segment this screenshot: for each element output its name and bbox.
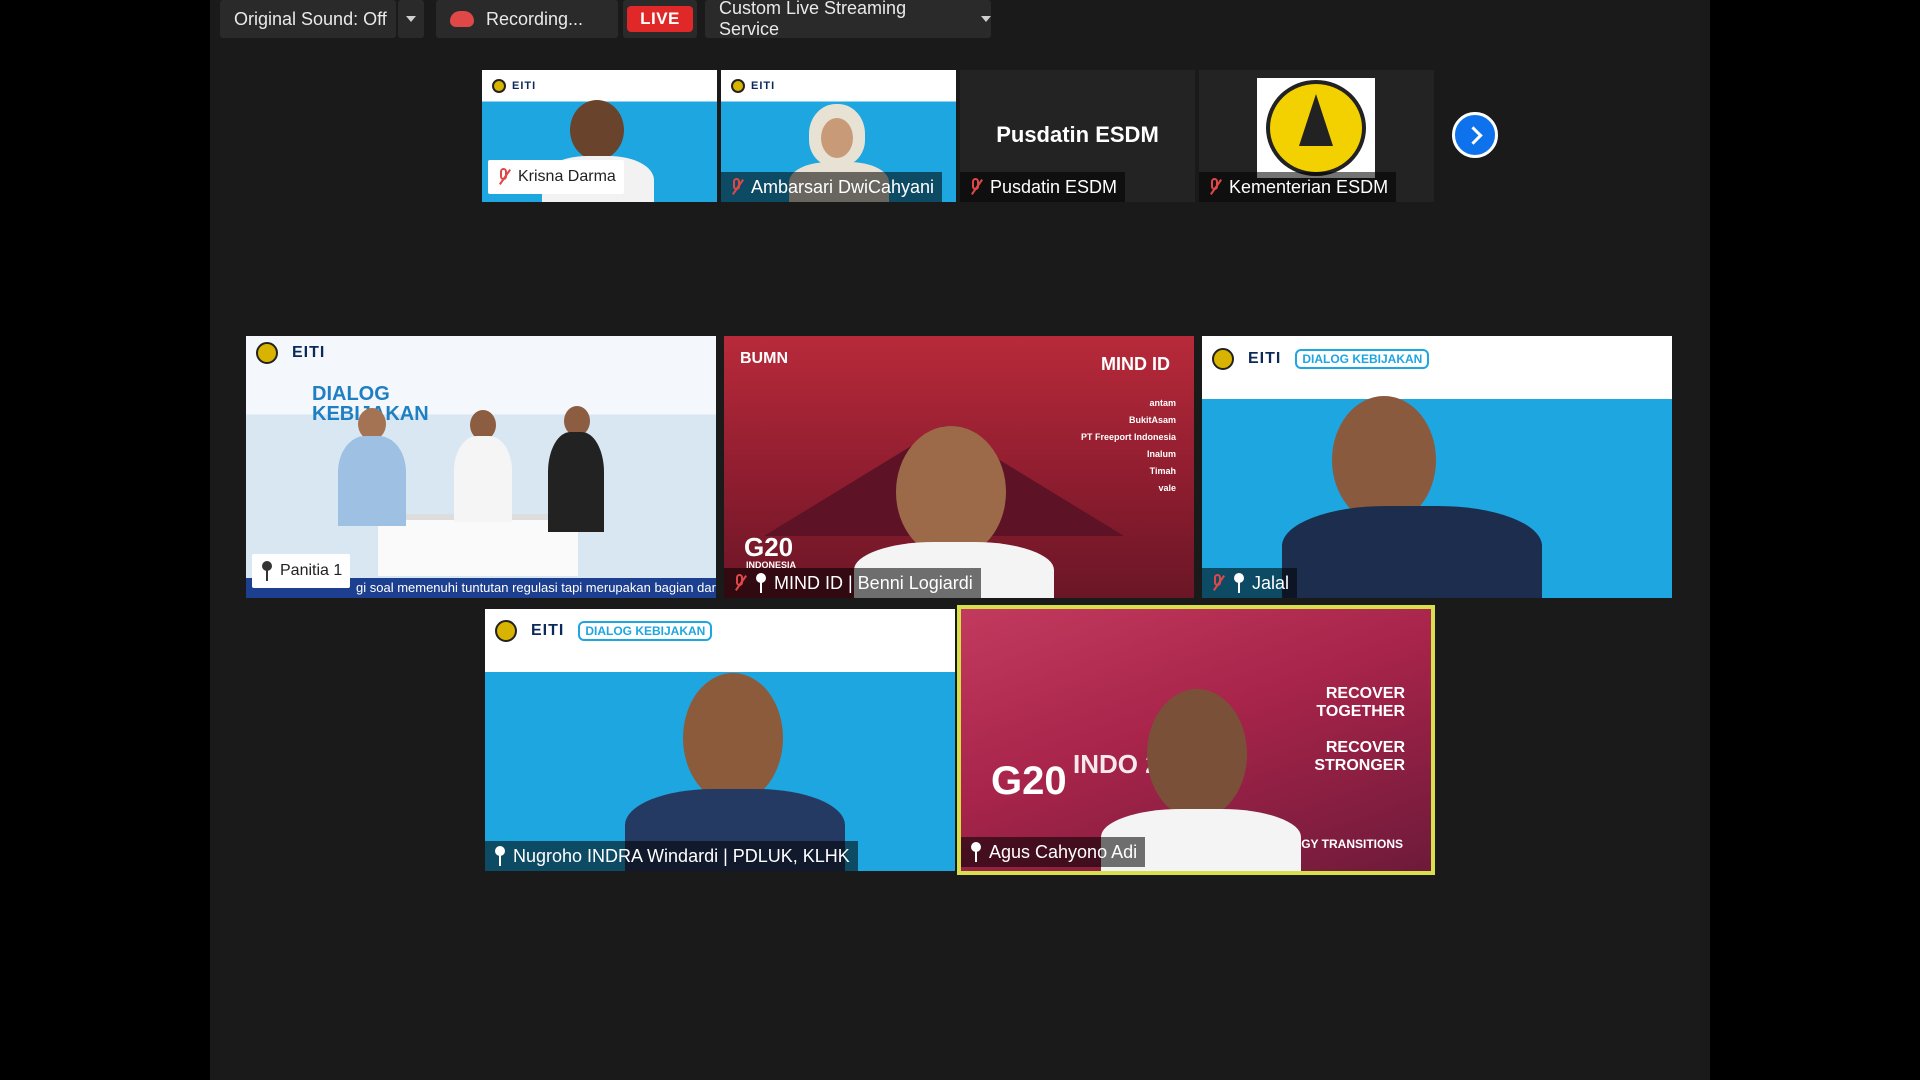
participant-display-name: Pusdatin ESDM: [996, 122, 1159, 147]
chevron-down-icon: [981, 16, 991, 22]
participant-name-tag: Krisna Darma: [488, 160, 624, 194]
tile-banner: EITI: [721, 70, 956, 102]
pin-icon: [754, 573, 768, 593]
participant-name-tag: MIND ID | Benni Logiardi: [724, 568, 981, 598]
participant-name-tag: Nugroho INDRA Windardi | PDLUK, KLHK: [485, 841, 858, 871]
esdm-seal-icon: [731, 78, 745, 93]
esdm-seal-icon: [495, 620, 517, 642]
tile-banner: EITI DIALOG KEBIJAKAN: [485, 609, 955, 653]
original-sound-label: Original Sound: Off: [234, 8, 387, 29]
participant-head: [570, 100, 624, 160]
g20-logo: G20: [744, 532, 794, 562]
participant-name: Jalal: [1252, 572, 1290, 593]
participant-name-tag: Panitia 1: [252, 554, 351, 588]
transitions-label: GY TRANSITIONS: [1301, 837, 1403, 851]
mic-muted-icon: [1210, 573, 1226, 593]
mic-muted-icon: [496, 167, 512, 187]
participant-head: [1147, 689, 1247, 819]
participant-name-tag: Pusdatin ESDM: [960, 172, 1126, 202]
video-tile-jalal[interactable]: EITI DIALOG KEBIJAKAN Jalal: [1202, 336, 1672, 598]
participant-name-tag: Agus Cahyono Adi: [961, 837, 1146, 867]
participant-name-tag: Ambarsari DwiCahyani: [721, 172, 943, 202]
record-cloud-icon: [450, 11, 474, 27]
participant-name: Krisna Darma: [518, 168, 616, 185]
live-badge[interactable]: LIVE: [627, 6, 693, 32]
eiti-logo: EITI: [512, 79, 537, 92]
video-tile-pusdatin[interactable]: Pusdatin ESDM Pusdatin ESDM: [960, 70, 1195, 202]
participant-head: [683, 673, 783, 803]
participant-name-tag: Jalal: [1202, 568, 1298, 598]
tile-banner: EITI: [246, 336, 716, 370]
participant-name-tag: Kementerian ESDM: [1199, 172, 1397, 202]
participant-head: [1332, 396, 1436, 524]
mic-muted-icon: [732, 573, 748, 593]
recording-status[interactable]: Recording...: [436, 0, 618, 38]
brand-bukitasam: BukitAsam: [1128, 415, 1176, 425]
participant-name: Agus Cahyono Adi: [989, 841, 1138, 862]
brand-inalum: Inalum: [1146, 449, 1176, 459]
pin-icon: [493, 846, 507, 866]
tile-banner: EITI DIALOG KEBIJAKAN: [1202, 336, 1672, 382]
participant-name: Kementerian ESDM: [1229, 176, 1389, 197]
recover-together-label: RECOVER TOGETHER: [1316, 685, 1405, 720]
pin-icon: [260, 561, 274, 581]
mindid-logo: MIND ID: [1101, 354, 1170, 374]
original-sound-button[interactable]: Original Sound: Off: [220, 0, 396, 38]
participant-shirt: [1282, 506, 1542, 598]
participant-name: MIND ID | Benni Logiardi: [774, 572, 973, 593]
recover-stronger-label: RECOVER STRONGER: [1314, 739, 1405, 774]
brand-antam: antam: [1149, 398, 1176, 408]
participant-head: [896, 426, 1006, 558]
mic-muted-icon: [968, 177, 984, 197]
video-tile-kementerian[interactable]: Kementerian ESDM: [1199, 70, 1434, 202]
dialog-logo: DIALOG KEBIJAKAN: [1295, 349, 1430, 369]
esdm-seal-icon: [256, 342, 278, 364]
bumn-logo: BUMN: [740, 350, 788, 367]
video-tile-nugroho[interactable]: EITI DIALOG KEBIJAKAN Nugroho INDRA Wind…: [485, 609, 955, 871]
next-page-button[interactable]: [1452, 112, 1498, 158]
video-tile-krisna[interactable]: EITI Krisna Darma: [482, 70, 717, 202]
eiti-logo: EITI: [1248, 350, 1282, 367]
video-tile-agus[interactable]: G20 INDO 2022 RECOVER TOGETHER RECOVER S…: [961, 609, 1431, 871]
eiti-logo: EITI: [292, 344, 326, 361]
brand-freeport: PT Freeport Indonesia: [1080, 432, 1176, 442]
tile-banner: EITI: [482, 70, 717, 102]
brand-list: antam BukitAsam PT Freeport Indonesia In…: [1081, 398, 1176, 493]
pin-icon: [1232, 573, 1246, 593]
brand-vale: vale: [1158, 483, 1176, 493]
video-tile-mindid[interactable]: BUMN MIND ID antam BukitAsam PT Freeport…: [724, 336, 1194, 598]
participant-name: Panitia 1: [280, 562, 343, 579]
mic-muted-icon: [1207, 177, 1223, 197]
mic-muted-icon: [729, 177, 745, 197]
eiti-logo: EITI: [531, 622, 565, 639]
original-sound-dropdown[interactable]: [398, 0, 424, 38]
g20-logo: G20: [991, 759, 1067, 803]
stream-service-label: Custom Live Streaming Service: [719, 0, 907, 39]
participant-name: Pusdatin ESDM: [990, 176, 1118, 197]
panelist-body: [454, 436, 512, 522]
participant-name: Nugroho INDRA Windardi | PDLUK, KLHK: [513, 845, 850, 866]
esdm-seal-icon: [1212, 348, 1234, 370]
panelist-body: [338, 436, 406, 526]
esdm-seal-icon: [492, 78, 506, 93]
brand-timah: Timah: [1149, 466, 1176, 476]
video-tile-ambarsari[interactable]: EITI Ambarsari DwiCahyani: [721, 70, 956, 202]
esdm-logo-icon: [1257, 78, 1375, 178]
video-tile-panitia[interactable]: EITI DIALOG KEBIJAKAN gi soal memenuhi t…: [246, 336, 716, 598]
esdm-logo-tower: [1299, 94, 1333, 146]
dialog-logo: DIALOG KEBIJAKAN: [578, 621, 713, 641]
panelist-body: [548, 432, 604, 532]
pin-icon: [969, 842, 983, 862]
participant-name: Ambarsari DwiCahyani: [751, 176, 935, 197]
participant-face: [821, 118, 853, 158]
stream-service-button[interactable]: Custom Live Streaming Service: [705, 0, 991, 39]
recording-label: Recording...: [486, 8, 584, 29]
chevron-right-icon: [1463, 125, 1483, 145]
chevron-down-icon: [406, 16, 416, 22]
eiti-logo: EITI: [751, 79, 776, 92]
